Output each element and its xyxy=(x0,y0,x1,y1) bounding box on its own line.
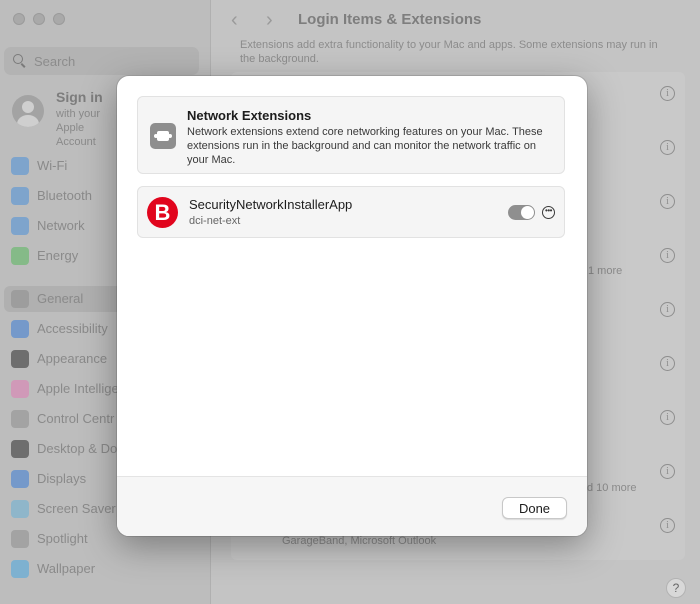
sidebar-item-label: Bluetooth xyxy=(37,188,92,203)
help-button[interactable]: ? xyxy=(666,578,686,598)
info-icon[interactable]: i xyxy=(660,194,675,209)
account-sign-in-subtitle: with your Apple Account xyxy=(56,108,101,148)
minimize-window-button[interactable] xyxy=(33,13,45,25)
info-icon[interactable]: i xyxy=(660,86,675,101)
back-icon[interactable]: ‹ xyxy=(231,9,238,32)
sidebar-item-label: Wi-Fi xyxy=(37,158,68,173)
extension-row-apps: GarageBand, Microsoft Outlook xyxy=(282,535,437,547)
sidebar-item-label: Apple Intellige xyxy=(37,381,119,396)
forward-icon[interactable]: › xyxy=(266,9,273,32)
sheet-footer: Done xyxy=(117,476,587,536)
sidebar-item-wallpaper[interactable]: Wallpaper xyxy=(4,556,202,582)
sidebar-item-label: Displays xyxy=(37,471,87,486)
app-logo: B xyxy=(147,197,178,228)
desktop-dock-icon xyxy=(11,440,29,458)
more-options-icon[interactable]: ••• xyxy=(542,206,555,219)
info-icon[interactable]: i xyxy=(660,464,675,479)
section-title: Network Extensions xyxy=(187,108,312,123)
displays-icon xyxy=(11,470,29,488)
close-window-button[interactable] xyxy=(13,13,25,25)
wallpaper-icon xyxy=(11,560,29,578)
accessibility-icon xyxy=(11,320,29,338)
info-icon[interactable]: i xyxy=(660,302,675,317)
search-placeholder: Search xyxy=(34,54,76,69)
page-title: Login Items & Extensions xyxy=(298,11,482,28)
search-icon xyxy=(13,54,23,64)
network-extensions-header: Network Extensions Network extensions ex… xyxy=(137,96,565,174)
sidebar-item-label: Desktop & Do xyxy=(37,441,118,456)
more-count: 1 more xyxy=(588,265,623,277)
network-extensions-sheet: Network Extensions Network extensions ex… xyxy=(117,76,587,536)
info-icon[interactable]: i xyxy=(660,410,675,425)
wifi-icon xyxy=(11,157,29,175)
sidebar-item-label: Energy xyxy=(37,248,79,263)
toggle-knob xyxy=(521,206,534,219)
sidebar-item-label: Wallpaper xyxy=(37,561,96,576)
spotlight-icon xyxy=(11,530,29,548)
extension-name: SecurityNetworkInstallerApp xyxy=(189,197,353,212)
more-count: d 10 more xyxy=(587,482,637,494)
energy-icon xyxy=(11,247,29,265)
sidebar-item-label: General xyxy=(37,291,84,306)
zoom-window-button[interactable] xyxy=(53,13,65,25)
appearance-icon xyxy=(11,350,29,368)
done-button[interactable]: Done xyxy=(502,497,567,519)
sidebar-item-label: Appearance xyxy=(37,351,108,366)
extensions-intro-text: Extensions add extra functionality to yo… xyxy=(240,39,658,65)
sidebar-item-label: Control Centr xyxy=(37,411,115,426)
extension-enabled-toggle[interactable] xyxy=(508,205,535,220)
info-icon[interactable]: i xyxy=(660,518,675,533)
sidebar-item-label: Spotlight xyxy=(37,531,88,546)
network-icon xyxy=(11,217,29,235)
info-icon[interactable]: i xyxy=(660,356,675,371)
control-centre-icon xyxy=(11,410,29,428)
account-sign-in-title[interactable]: Sign in xyxy=(56,89,103,105)
screen-saver-icon xyxy=(11,500,29,518)
extension-icon xyxy=(150,123,176,149)
sidebar-item-label: Network xyxy=(37,218,85,233)
extension-row: B SecurityNetworkInstallerApp dci-net-ex… xyxy=(137,186,565,238)
bluetooth-icon xyxy=(11,187,29,205)
avatar[interactable] xyxy=(12,95,44,127)
section-description: Network extensions extend core networkin… xyxy=(187,126,543,166)
extension-identifier: dci-net-ext xyxy=(189,215,241,227)
apple-intelligence-icon xyxy=(11,380,29,398)
info-icon[interactable]: i xyxy=(660,248,675,263)
gear-icon xyxy=(11,290,29,308)
system-settings-window: Search Sign in with your Apple Account W… xyxy=(0,0,700,604)
info-icon[interactable]: i xyxy=(660,140,675,155)
sidebar-item-label: Screen Saver xyxy=(37,501,116,516)
search-field[interactable]: Search xyxy=(4,47,199,75)
sidebar-item-label: Accessibility xyxy=(37,321,108,336)
